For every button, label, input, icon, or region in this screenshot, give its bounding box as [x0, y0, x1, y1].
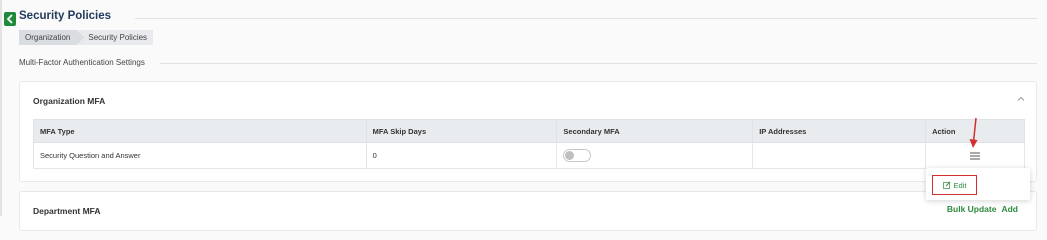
breadcrumb-organization[interactable]: Organization [19, 30, 84, 45]
card-title: Organization MFA [33, 96, 106, 106]
section-label: Multi-Factor Authentication Settings [19, 58, 145, 67]
cell-ip-addresses [752, 142, 927, 169]
edit-menu-label: Edit [953, 180, 967, 190]
cell-mfa-type: Security Question and Answer [33, 142, 367, 169]
department-mfa-card: Department MFA Bulk Update Add [19, 191, 1037, 231]
table-header-row: MFA Type MFA Skip Days Secondary MFA IP … [33, 119, 1025, 143]
section-divider [160, 63, 1037, 64]
breadcrumb: Organization Security Policies [19, 30, 154, 45]
page-title: Security Policies [19, 10, 112, 22]
column-header-mfa-type: MFA Type [33, 119, 367, 143]
secondary-mfa-toggle[interactable] [563, 149, 592, 162]
cell-skip-days: 0 [365, 142, 558, 169]
column-header-ip-addresses: IP Addresses [752, 119, 927, 143]
red-arrow-annotation-icon [969, 117, 978, 148]
dept-actions: Bulk Update Add [947, 204, 1018, 214]
card-title: Department MFA [33, 206, 101, 216]
edit-icon [942, 181, 951, 189]
mfa-table: MFA Type MFA Skip Days Secondary MFA IP … [33, 119, 1025, 169]
add-button[interactable]: Add [1001, 204, 1018, 214]
toggle-knob [565, 151, 575, 160]
organization-mfa-card: Organization MFA MFA Type MFA Skip Days … [19, 81, 1037, 182]
chevron-up-icon[interactable] [1016, 94, 1026, 104]
action-dropdown-menu: Edit [926, 168, 1030, 200]
left-edge-divider [0, 0, 2, 216]
cell-secondary-mfa [556, 142, 754, 169]
column-header-secondary-mfa: Secondary MFA [556, 119, 754, 143]
hamburger-menu-icon[interactable] [970, 152, 981, 160]
breadcrumb-security-policies: Security Policies [76, 30, 154, 45]
column-header-skip-days: MFA Skip Days [365, 119, 558, 143]
title-divider [135, 18, 1037, 19]
table-row: Security Question and Answer 0 [33, 142, 1025, 169]
edit-menu-item[interactable]: Edit [932, 175, 977, 195]
back-button[interactable] [4, 12, 16, 26]
bulk-update-button[interactable]: Bulk Update [947, 204, 997, 214]
chevron-left-icon [6, 14, 13, 24]
